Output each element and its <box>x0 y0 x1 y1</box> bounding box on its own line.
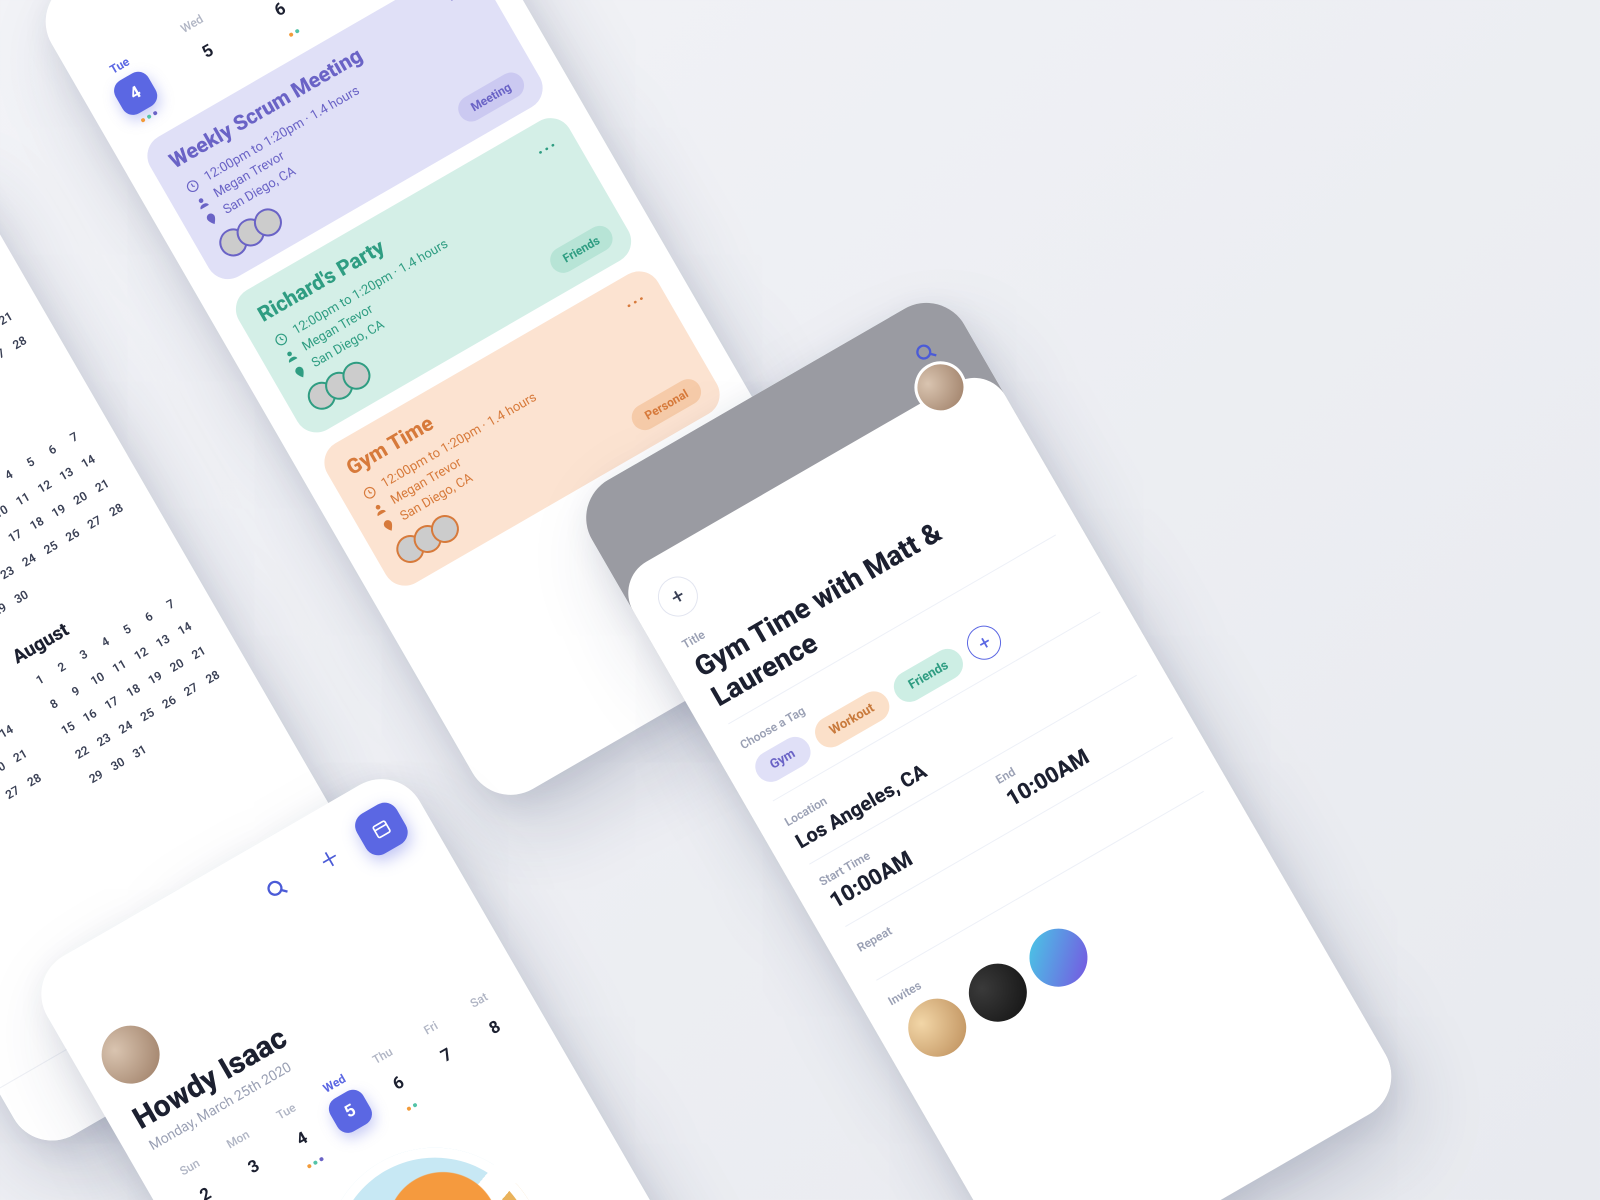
add-tag-button[interactable]: + <box>961 619 1007 665</box>
invitee-avatar[interactable] <box>1019 918 1098 997</box>
close-icon[interactable]: + <box>651 569 706 624</box>
search-icon[interactable] <box>246 858 309 921</box>
calendar-view-button[interactable] <box>350 798 413 861</box>
add-button[interactable]: + <box>298 828 361 891</box>
avatar[interactable] <box>91 1015 170 1094</box>
week-day-fri[interactable]: Fri7 <box>314 0 386 4</box>
week-day-tue[interactable]: Tue4 <box>97 49 169 130</box>
invitee-avatar[interactable] <box>898 988 977 1067</box>
week-day-wed[interactable]: Wed5 <box>169 7 241 88</box>
invitee-avatar[interactable] <box>958 953 1037 1032</box>
week-day-thu[interactable]: Thu6 <box>242 0 314 46</box>
